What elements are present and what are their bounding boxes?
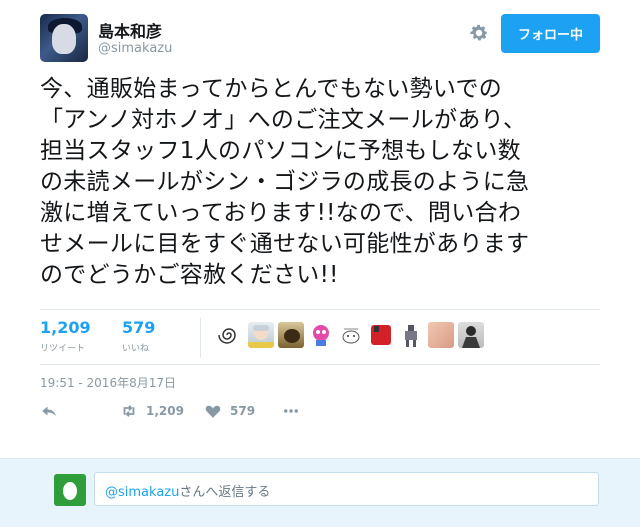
like-action-count: 579 xyxy=(230,404,256,418)
gear-icon[interactable] xyxy=(468,22,490,44)
tweet-text: 今、通販始まってからとんでもない勢いでの 「アンノ対ホノオ」へのご注文メールがあ… xyxy=(40,76,530,288)
reply-icon xyxy=(42,406,56,417)
retweet-icon xyxy=(123,405,135,417)
reply-mention: @simakazu xyxy=(105,485,180,500)
red-avatar-icon[interactable] xyxy=(368,322,394,348)
dark-figure-avatar-icon[interactable] xyxy=(458,322,484,348)
tweet-actions: 1,209 579 xyxy=(40,402,440,426)
more-icon xyxy=(284,409,298,413)
like-button[interactable]: 579 xyxy=(204,402,255,420)
tweet-timestamp[interactable]: 19:51 - 2016年8月17日 xyxy=(40,374,176,391)
user-display-name[interactable]: 島本和彦 xyxy=(98,18,162,42)
retweet-stat[interactable]: 1,209 リツイート xyxy=(40,318,91,354)
retweet-count: 1,209 xyxy=(40,318,91,337)
user-handle[interactable]: @simakazu xyxy=(98,41,172,56)
reply-input[interactable]: @simakazuさんへ返信する xyxy=(94,472,599,506)
like-label: いいね xyxy=(122,344,150,354)
retweet-label: リツイート xyxy=(40,344,86,354)
tweet-header: 島本和彦 @simakazu フォロー中 xyxy=(40,14,600,64)
reply-area: @simakazuさんへ返信する xyxy=(0,458,640,527)
pink-creature-avatar-icon[interactable] xyxy=(308,322,334,348)
more-button[interactable] xyxy=(282,402,308,420)
follow-button[interactable]: フォロー中 xyxy=(501,14,600,53)
reply-placeholder-suffix: さんへ返信する xyxy=(179,485,271,500)
retweet-action-count: 1,209 xyxy=(146,404,184,418)
avatar-face-shape xyxy=(52,24,76,54)
heart-icon xyxy=(205,405,221,418)
tweet-stats: 1,209 リツイート 579 いいね xyxy=(40,318,600,362)
current-user-avatar xyxy=(54,474,86,506)
egg-icon xyxy=(63,482,77,500)
like-count: 579 xyxy=(122,318,156,337)
divider xyxy=(40,309,600,310)
anime-girl-avatar-icon[interactable] xyxy=(248,322,274,348)
divider xyxy=(40,364,600,365)
stats-separator xyxy=(200,318,201,358)
swirl-avatar-icon[interactable] xyxy=(216,322,242,348)
like-stat[interactable]: 579 いいね xyxy=(122,318,155,354)
dog-avatar-icon[interactable] xyxy=(278,322,304,348)
retweet-button[interactable]: 1,209 xyxy=(120,402,184,420)
sketch-avatar-icon[interactable] xyxy=(338,322,364,348)
user-avatar[interactable] xyxy=(40,14,88,62)
robot-avatar-icon[interactable] xyxy=(398,322,424,348)
skin-avatar-icon[interactable] xyxy=(428,322,454,348)
reply-button[interactable] xyxy=(40,402,66,420)
